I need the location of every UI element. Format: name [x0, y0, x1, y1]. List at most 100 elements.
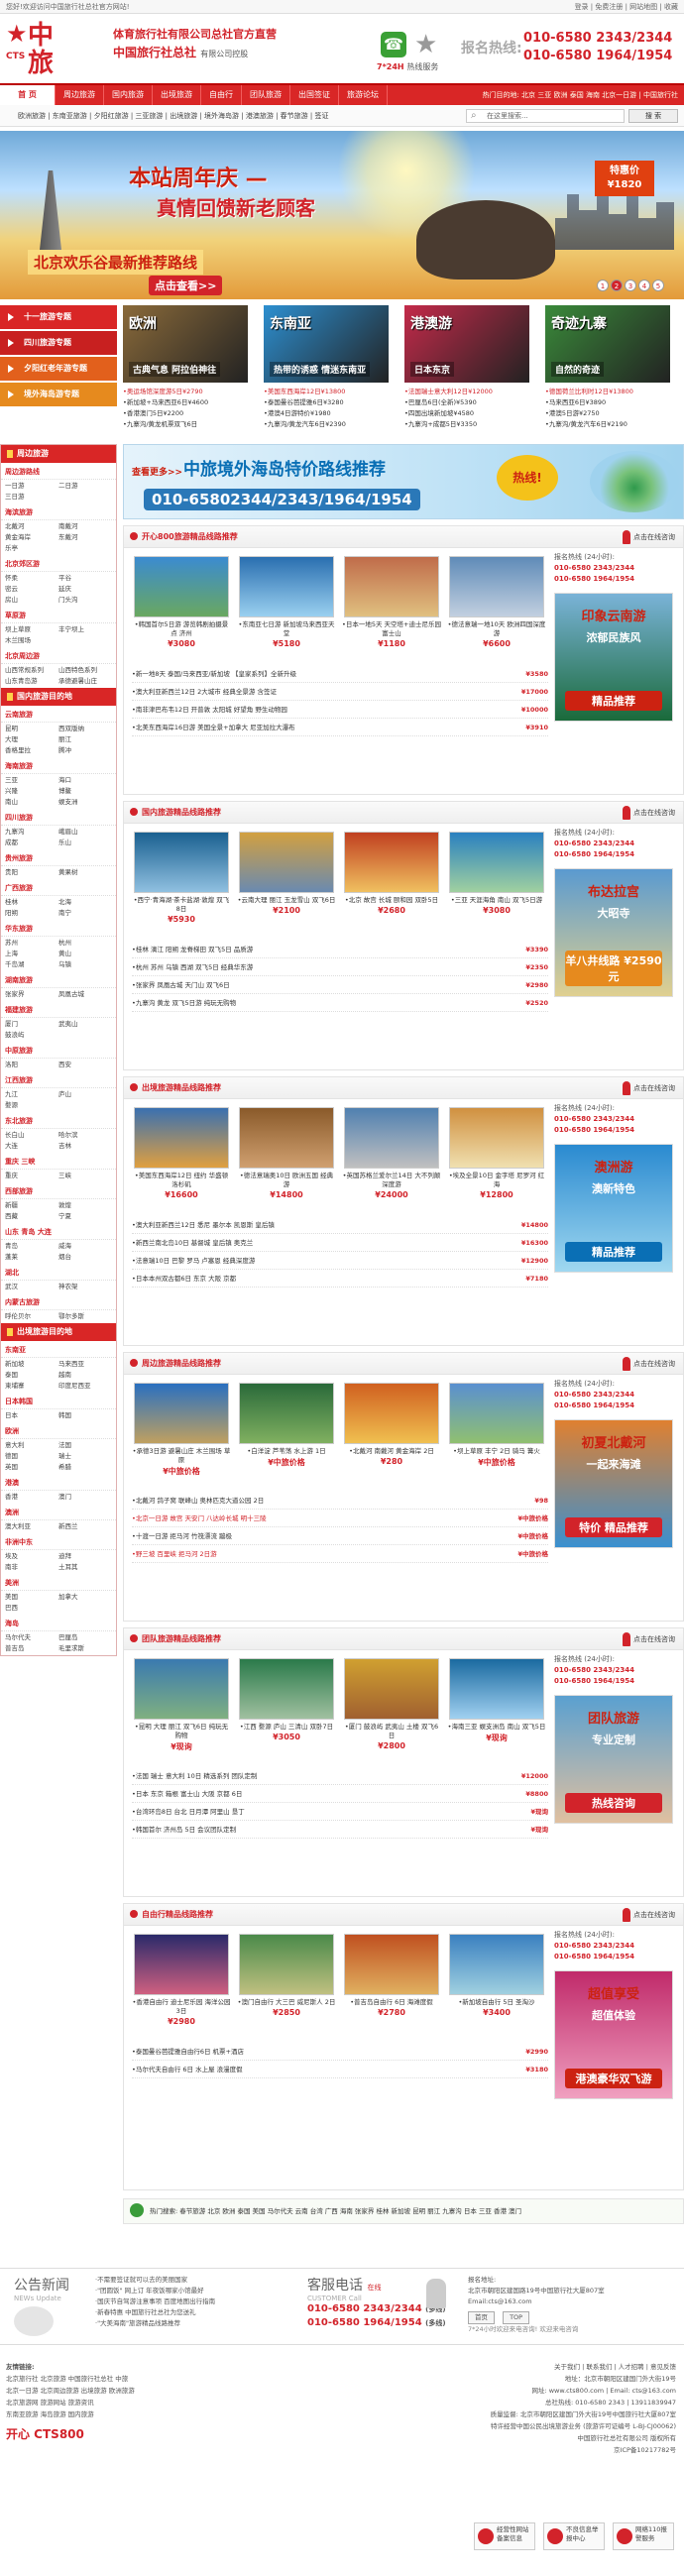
sidebar-city-link[interactable]: 毛里求斯 — [58, 1643, 112, 1654]
route-caption[interactable]: •坝上草原 丰宁 2日 骑马 篝火 — [447, 1447, 546, 1456]
route-tile[interactable]: •三亚 天涯海角 南山 双飞5日游 ¥3080 — [447, 832, 546, 915]
news-item[interactable]: ·不需要签证就可以去的美丽国家 — [95, 2275, 293, 2286]
sidebar-city-link[interactable]: 丰宁坝上 — [58, 624, 112, 635]
promo-link[interactable]: •德国荷兰比利时12日¥13800 — [545, 387, 670, 397]
route-caption[interactable]: •普吉岛自由行 6日 海滩度假 — [342, 1998, 441, 2007]
sidebar-region[interactable]: 东北旅游 — [1, 1114, 116, 1129]
sidebar-region[interactable]: 海南旅游 — [1, 759, 116, 774]
route-row[interactable]: •北美东西海岸16日游 美国全景+加拿大 尼亚加拉大瀑布 ¥3910 — [132, 719, 548, 736]
route-row[interactable]: •日本 东京 箱根 富士山 大阪 京都 6日 ¥8800 — [132, 1785, 548, 1803]
sidebar-city-link[interactable]: 威海 — [58, 1241, 112, 1252]
sidebar-region[interactable]: 日本韩国 — [1, 1395, 116, 1409]
route-row-title[interactable]: •法国 瑞士 意大利 10日 精选系列 团队定制 — [132, 1772, 257, 1780]
sidebar-city-link[interactable]: 庐山 — [58, 1089, 112, 1100]
nav-item[interactable]: 首 页 — [0, 85, 56, 105]
sidebar-city-link[interactable]: 西安 — [58, 1060, 112, 1070]
sidebar-city-link[interactable]: 三日游 — [5, 492, 58, 503]
sidebar-city-link[interactable]: 西双版纳 — [58, 724, 112, 734]
sidebar-region[interactable]: 美洲 — [1, 1576, 116, 1591]
route-caption[interactable]: •新加坡自由行 5日 圣淘沙 — [447, 1998, 546, 2007]
promo-links[interactable]: •德国荷兰比利时12日¥13800 •马来西亚6日¥3890 •港澳5日游¥2750… — [545, 387, 670, 430]
sidebar-region[interactable]: 四川旅游 — [1, 811, 116, 826]
route-caption[interactable]: •埃及全景10日 金字塔 尼罗河 红海 — [447, 1172, 546, 1189]
sidebar-city-link[interactable]: 承德避暑山庄 — [58, 676, 112, 687]
sidebar-city-link[interactable]: 吉林 — [58, 1141, 112, 1152]
route-photo[interactable] — [239, 1383, 334, 1444]
consult-button[interactable]: 点击在线咨询 — [623, 1353, 675, 1375]
route-caption[interactable]: •日本一地5天 天空塔+迪士尼乐园 富士山 — [342, 620, 441, 638]
nav-item[interactable]: 自由行 — [201, 85, 242, 105]
promo-links[interactable]: •奥运场馆深度游5日¥2790 •新加坡+马来西亚6日¥4600 •香港澳门5日¥2… — [123, 387, 248, 430]
route-row-title[interactable]: •北美东西海岸16日游 美国全景+加拿大 尼亚加拉大瀑布 — [132, 724, 295, 731]
route-caption[interactable]: •韩国首尔5日游 游览韩剧拍摄景点 济州 — [132, 620, 231, 638]
side-promo-image[interactable]: 印象云南游 浓郁民族风 精品推荐 — [554, 593, 673, 722]
route-photo[interactable] — [134, 556, 229, 617]
route-tile[interactable]: •海南三亚 蜈支洲岛 南山 双飞5日 ¥现询 — [447, 1658, 546, 1743]
hot-search-bar[interactable]: 热门搜索: 春节旅游 北京 欧洲 泰国 美国 马尔代夫 云南 台湾 广西 海南 … — [123, 2198, 684, 2224]
route-row[interactable]: •南非津巴布韦12日 开普敦 太阳城 好望角 野生动物园 ¥10000 — [132, 701, 548, 719]
route-row[interactable]: •泰国曼谷芭提雅自由行6日 机票+酒店 ¥2990 — [132, 2043, 548, 2061]
sidebar-city-link[interactable]: 千岛湖 — [5, 959, 58, 970]
consult-button[interactable]: 点击在线咨询 — [623, 1077, 675, 1099]
sidebar-region[interactable]: 重庆 三峡 — [1, 1155, 116, 1170]
sidebar-region[interactable]: 北京周边游 — [1, 649, 116, 664]
ad-more[interactable]: 查看更多>> — [132, 465, 182, 478]
sidebar-city-link[interactable]: 美国 — [5, 1592, 58, 1603]
side-promo-image[interactable]: 澳洲游 澳新特色 精品推荐 — [554, 1144, 673, 1273]
sidebar-city-link[interactable]: 桂林 — [5, 897, 58, 908]
route-row-title[interactable]: •南非津巴布韦12日 开普敦 太阳城 好望角 野生动物园 — [132, 706, 287, 714]
news-item[interactable]: ·国庆节自驾游注意事项 百度地图出行指南 — [95, 2296, 293, 2307]
sidebar-city-link[interactable]: 阳朔 — [5, 908, 58, 919]
route-tile[interactable]: •日本一地5天 天空塔+迪士尼乐园 富士山 ¥1180 — [342, 556, 441, 648]
sidebar-city-link[interactable]: 厦门 — [5, 1019, 58, 1030]
route-caption[interactable]: •海南三亚 蜈支洲岛 南山 双飞5日 — [447, 1723, 546, 1732]
hero-banner[interactable]: 本站周年庆 — 真情回馈新老顾客 北京欢乐谷最新推荐路线 点击查看>> 特惠价 … — [0, 131, 684, 299]
route-tile[interactable]: •英国苏格兰爱尔兰14日 大不列颠深度游 ¥24000 — [342, 1107, 441, 1199]
route-row-title[interactable]: •张家界 凤凰古城 天门山 双飞6日 — [132, 981, 230, 989]
route-row[interactable]: •新西兰南北岛10日 基督城 皇后镇 奥克兰 ¥16300 — [132, 1234, 548, 1252]
route-row-title[interactable]: •马尔代夫自由行 6日 水上屋 浪漫度假 — [132, 2066, 243, 2073]
route-row-title[interactable]: •泰国曼谷芭提雅自由行6日 机票+酒店 — [132, 2048, 244, 2056]
sidebar-city-link[interactable]: 新疆 — [5, 1200, 58, 1211]
nav-item[interactable]: 国内旅游 — [104, 85, 153, 105]
site-logo[interactable]: ★ 中旅 CTS — [6, 22, 69, 77]
route-photo[interactable] — [239, 1658, 334, 1720]
sidebar-city-link[interactable]: 坝上草原 — [5, 624, 58, 635]
sidebar-region[interactable]: 北京郊区游 — [1, 557, 116, 572]
sidebar-region[interactable]: 山东 青岛 大连 — [1, 1225, 116, 1240]
route-photo[interactable] — [449, 832, 544, 893]
top-button[interactable]: TOP — [503, 2311, 530, 2324]
consult-button[interactable]: 点击在线咨询 — [623, 1904, 675, 1926]
promo-link[interactable]: •奥运场馆深度游5日¥2790 — [123, 387, 248, 397]
sidebar-city-link[interactable]: 黄果树 — [58, 867, 112, 878]
sidebar-city-link[interactable]: 房山 — [5, 595, 58, 606]
sidebar-city-link[interactable]: 青岛 — [5, 1241, 58, 1252]
sidebar-city-link[interactable]: 蓬莱 — [5, 1252, 58, 1263]
route-photo[interactable] — [134, 832, 229, 893]
promo-link[interactable]: •九寨沟/黄龙汽车6日¥2190 — [545, 419, 670, 430]
home-button[interactable]: 首页 — [468, 2311, 495, 2324]
sidebar-city-link[interactable]: 意大利 — [5, 1440, 58, 1451]
route-caption[interactable]: •厦门 鼓浪屿 武夷山 土楼 双飞6日 — [342, 1723, 441, 1740]
sidebar-city-link[interactable]: 长白山 — [5, 1130, 58, 1141]
sidebar-city-link[interactable]: 鼓浪屿 — [5, 1030, 58, 1041]
sidebar-city-link[interactable]: 瑞士 — [58, 1451, 112, 1462]
island-ad-banner[interactable]: 中旅境外海岛特价路线推荐 查看更多>> 010-65802344/2343/19… — [123, 444, 684, 519]
sidebar-city-link[interactable]: 马尔代夫 — [5, 1632, 58, 1643]
sidebar-city-link[interactable]: 山西特色系列 — [58, 665, 112, 676]
route-photo[interactable] — [239, 1934, 334, 1995]
sidebar-city-link[interactable]: 平谷 — [58, 573, 112, 584]
route-row[interactable]: •马尔代夫自由行 6日 水上屋 浪漫度假 ¥3180 — [132, 2061, 548, 2078]
route-tile[interactable]: •普吉岛自由行 6日 海滩度假 ¥2780 — [342, 1934, 441, 2017]
sidebar-region[interactable]: 江西旅游 — [1, 1073, 116, 1088]
sidebar-city-link[interactable]: 澳大利亚 — [5, 1521, 58, 1532]
route-photo[interactable] — [449, 1934, 544, 1995]
route-tile[interactable]: •坝上草原 丰宁 2日 骑马 篝火 ¥中旅价格 — [447, 1383, 546, 1468]
sidebar-region[interactable]: 湖北 — [1, 1266, 116, 1281]
sidebar-city-link[interactable]: 新西兰 — [58, 1521, 112, 1532]
sidebar-city-link[interactable]: 香港 — [5, 1492, 58, 1503]
route-row-title[interactable]: •日本本州双古都6日 东京 大阪 京都 — [132, 1275, 236, 1283]
sidebar-city-link[interactable]: 二日游 — [58, 481, 112, 492]
sidebar-region[interactable]: 欧洲 — [1, 1424, 116, 1439]
sidebar-city-link[interactable]: 三峡 — [58, 1171, 112, 1181]
